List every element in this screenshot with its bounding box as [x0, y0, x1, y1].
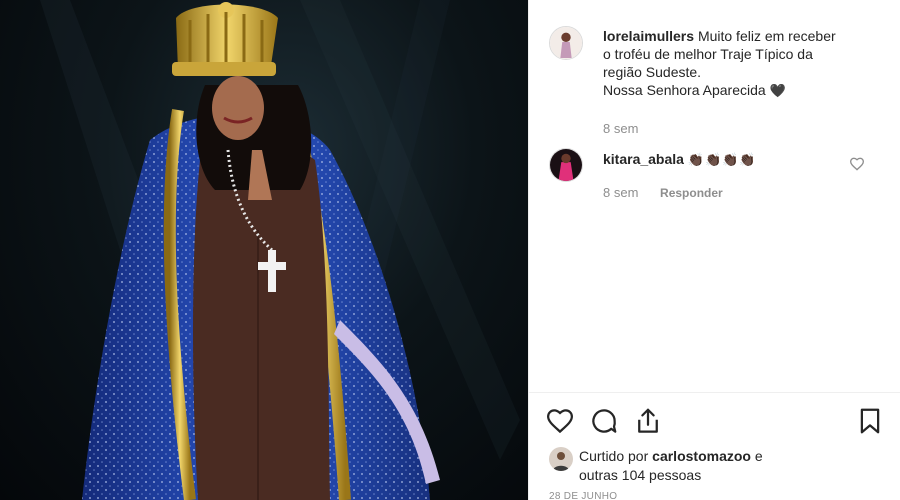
liked-by-username[interactable]: carlostomazoo: [652, 448, 751, 464]
likes-connector: e: [754, 448, 763, 464]
likes-prefix: Curtido por: [579, 448, 649, 464]
comment-heart-icon[interactable]: [849, 156, 865, 172]
share-icon[interactable]: [633, 406, 663, 436]
likes-others-link[interactable]: outras 104 pessoas: [579, 467, 701, 483]
comment-item: kitara_abala 👏🏿👏🏿👏🏿👏🏿: [603, 150, 757, 169]
liker-avatar[interactable]: [549, 447, 573, 471]
comment-timestamp[interactable]: 8 sem: [603, 185, 638, 200]
bookmark-icon[interactable]: [855, 406, 885, 436]
reply-button[interactable]: Responder: [660, 186, 723, 200]
post-photo[interactable]: [0, 0, 528, 500]
caption-line-1: Muito feliz em receber: [697, 28, 836, 44]
comment-username[interactable]: kitara_abala: [603, 151, 684, 167]
post-date: 28 DE JUNHO: [549, 491, 618, 500]
black-heart-emoji: 🖤: [769, 83, 786, 98]
comment-meta: 8 sem Responder: [603, 185, 723, 200]
caption-line-3: região Sudeste.: [603, 64, 702, 80]
caption-line-4: Nossa Senhora Aparecida: [603, 82, 766, 98]
commenter-avatar[interactable]: [549, 148, 583, 182]
post-caption: lorelaimullers Muito feliz em receber o …: [603, 27, 879, 100]
statue-costume-illustration: [40, 0, 520, 500]
comment-text: 👏🏿👏🏿👏🏿👏🏿: [687, 152, 757, 167]
post-side-panel: lorelaimullers Muito feliz em receber o …: [528, 0, 900, 500]
caption-line-2: o troféu de melhor Traje Típico da: [603, 46, 813, 62]
likes-summary: Curtido por carlostomazoo e outras 104 p…: [579, 447, 829, 485]
heart-icon[interactable]: [545, 406, 575, 436]
author-avatar[interactable]: [549, 26, 583, 60]
caption-timestamp[interactable]: 8 sem: [603, 121, 638, 136]
actions-divider: [529, 392, 900, 393]
caption-username[interactable]: lorelaimullers: [603, 28, 694, 44]
comment-icon[interactable]: [589, 406, 619, 436]
